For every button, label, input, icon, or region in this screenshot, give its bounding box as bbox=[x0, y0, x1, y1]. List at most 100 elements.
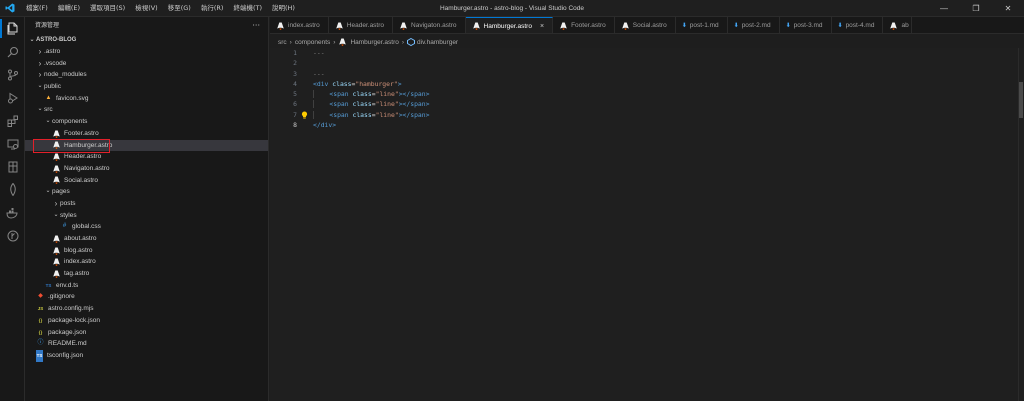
tree-item[interactable]: TS env.d.ts bbox=[25, 280, 268, 292]
tree-item[interactable]: › node_modules bbox=[25, 69, 268, 81]
tree-item-label: favicon.svg bbox=[56, 94, 89, 102]
tab-hamburger-astro[interactable]: Hamburger.astro × bbox=[465, 17, 554, 33]
breadcrumb-item[interactable]: components bbox=[295, 39, 330, 46]
search-icon[interactable] bbox=[0, 40, 25, 63]
markdown-file-icon: ⬇ bbox=[681, 23, 687, 29]
tab-index-astro[interactable]: index.astro bbox=[270, 17, 329, 33]
code-token bbox=[313, 110, 330, 119]
editor-scrollbar[interactable] bbox=[1018, 48, 1024, 401]
chevron-down-icon: ⌄ bbox=[45, 118, 51, 125]
tree-item[interactable]: ▲ favicon.svg bbox=[25, 93, 268, 105]
close-window-button[interactable]: ✕ bbox=[992, 0, 1024, 17]
tab-post-3-md[interactable]: ⬇ post-3.md bbox=[780, 17, 832, 33]
tab-post-4-md[interactable]: ⬇ post-4.md bbox=[832, 17, 884, 33]
code-token: <span bbox=[329, 90, 353, 99]
breadcrumb-item[interactable]: div.hamburger bbox=[417, 39, 458, 46]
testing-icon[interactable] bbox=[0, 155, 25, 178]
tree-item-label: index.astro bbox=[64, 258, 96, 266]
breadcrumb-item[interactable]: src bbox=[278, 39, 287, 46]
code-token: ></span> bbox=[398, 110, 430, 119]
tree-item-label: .gitignore bbox=[48, 293, 75, 301]
tree-item[interactable]: JS astro.config.mjs bbox=[25, 303, 268, 315]
tree-item[interactable]: ⌄ src bbox=[25, 104, 268, 116]
minimize-button[interactable]: — bbox=[928, 0, 960, 17]
astro-file-icon bbox=[52, 234, 61, 243]
code-text: <span class="line"></span> bbox=[313, 89, 429, 99]
menu-item[interactable]: 檔案(F) bbox=[21, 0, 53, 17]
code-line: 8 </div> bbox=[270, 120, 1018, 130]
menu-item[interactable]: 編輯(E) bbox=[53, 0, 85, 17]
mongodb-icon[interactable] bbox=[0, 178, 25, 201]
tree-item[interactable]: Header.astro bbox=[25, 151, 268, 163]
menu-item[interactable]: 執行(R) bbox=[196, 0, 229, 17]
tree-item-label: styles bbox=[60, 211, 77, 219]
code-editor[interactable]: 1 --- 2 3 --- 4 <div class="hamburger"> 5 <span… bbox=[270, 48, 1018, 401]
tree-item[interactable]: about.astro bbox=[25, 233, 268, 245]
tab-ab[interactable]: ab bbox=[883, 17, 912, 33]
chevron-right-icon: › bbox=[38, 58, 42, 68]
tree-item[interactable]: ⌄ public bbox=[25, 81, 268, 93]
tree-item[interactable]: {} package-lock.json bbox=[25, 315, 268, 327]
tab-navigaton-astro[interactable]: Navigaton.astro bbox=[393, 17, 466, 33]
tree-item[interactable]: Hamburger.astro bbox=[25, 138, 268, 153]
restore-button[interactable]: ❐ bbox=[960, 0, 992, 17]
tab-social-astro[interactable]: Social.astro bbox=[615, 17, 676, 33]
editor-tabs: index.astro Header.astro Navigaton.astro Ha… bbox=[270, 17, 1024, 34]
chevron-right-icon: › bbox=[38, 47, 42, 56]
tree-item[interactable]: ⌄ components bbox=[25, 116, 268, 128]
tab-header-astro[interactable]: Header.astro bbox=[329, 17, 394, 33]
tree-item[interactable]: Social.astro bbox=[25, 175, 268, 187]
explorer-icon[interactable] bbox=[0, 17, 25, 40]
scrollbar-thumb[interactable] bbox=[1019, 82, 1023, 118]
code-token: </div> bbox=[313, 121, 337, 130]
close-tab-icon[interactable]: × bbox=[540, 23, 544, 30]
tree-item[interactable]: tag.astro bbox=[25, 268, 268, 280]
tree-item[interactable]: index.astro bbox=[25, 256, 268, 268]
tree-item[interactable]: ⌄ styles bbox=[25, 210, 268, 222]
code-token: --- bbox=[313, 69, 325, 78]
chevron-down-icon: ⌄ bbox=[45, 188, 51, 195]
tree-item[interactable]: ◆ .gitignore bbox=[25, 291, 268, 303]
extensions-icon[interactable] bbox=[0, 109, 25, 132]
line-number: 8 bbox=[293, 121, 297, 130]
tab-post-2-md[interactable]: ⬇ post-2.md bbox=[728, 17, 780, 33]
tree-item[interactable]: # global.css bbox=[25, 221, 268, 233]
tree-item[interactable]: {} package.json bbox=[25, 327, 268, 339]
menu-item[interactable]: 移至(G) bbox=[163, 0, 196, 17]
tree-item[interactable]: blog.astro bbox=[25, 245, 268, 257]
code-token: <span bbox=[329, 100, 353, 109]
menu-item[interactable]: 終端機(T) bbox=[228, 0, 267, 17]
more-actions-icon[interactable]: ··· bbox=[252, 17, 260, 34]
tab-footer-astro[interactable]: Footer.astro bbox=[553, 17, 615, 33]
run-debug-icon[interactable] bbox=[0, 86, 25, 109]
tree-item[interactable]: › posts bbox=[25, 198, 268, 210]
lightbulb-icon[interactable] bbox=[301, 111, 308, 122]
tree-item[interactable]: › .vscode bbox=[25, 58, 268, 70]
menu-item[interactable]: 說明(H) bbox=[267, 0, 300, 17]
chevron-down-icon: ⌄ bbox=[37, 83, 43, 90]
docker-icon[interactable] bbox=[0, 201, 25, 224]
tree-item[interactable]: ⌄ pages bbox=[25, 186, 268, 198]
code-text: <span class="line"></span> bbox=[301, 110, 430, 120]
git-file-icon: ◆ bbox=[38, 293, 43, 300]
tree-item-label: .astro bbox=[44, 48, 61, 55]
line-number: 5 bbox=[293, 90, 297, 99]
line-number: 7 bbox=[293, 110, 297, 119]
breadcrumb-item[interactable]: Hamburger.astro bbox=[350, 39, 398, 46]
menu-item[interactable]: 檢視(V) bbox=[130, 0, 163, 17]
gitlens-icon[interactable] bbox=[0, 224, 25, 247]
tree-item[interactable]: ⓘ README.md bbox=[25, 338, 268, 350]
menu-item[interactable]: 選取項目(S) bbox=[85, 0, 130, 17]
remote-explorer-icon[interactable] bbox=[0, 132, 25, 155]
tree-item[interactable]: Navigaton.astro bbox=[25, 163, 268, 175]
code-token: class bbox=[352, 100, 372, 109]
tree-item-label: posts bbox=[60, 199, 76, 207]
tree-item[interactable]: TS tsconfig.json bbox=[25, 349, 268, 362]
tree-item[interactable]: › .astro bbox=[25, 46, 268, 58]
menu-bar: 檔案(F) 編輯(E) 選取項目(S) 檢視(V) 移至(G) 執行(R) 終端機(T) 說明… bbox=[21, 0, 300, 17]
code-token: "line" bbox=[375, 90, 399, 99]
source-control-icon[interactable] bbox=[0, 63, 25, 86]
tab-label: Footer.astro bbox=[571, 22, 606, 29]
project-folder-header[interactable]: ⌄ ASTRO-BLOG bbox=[25, 34, 268, 46]
tab-post-1-md[interactable]: ⬇ post-1.md bbox=[676, 17, 728, 33]
